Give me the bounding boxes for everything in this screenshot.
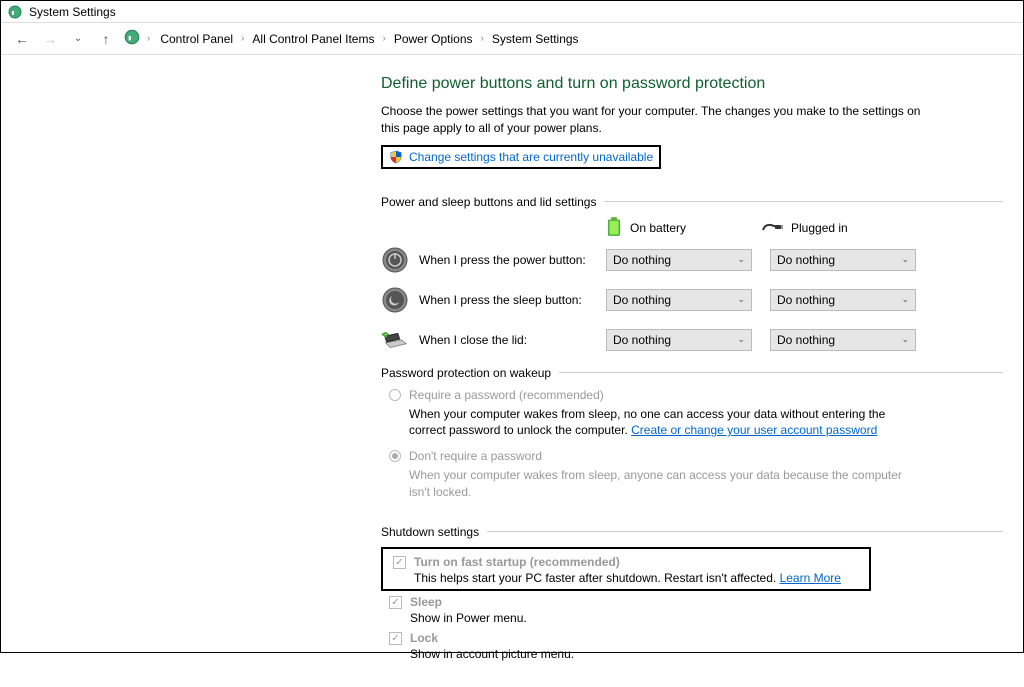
radio-require-password[interactable]: Require a password (recommended) — [389, 388, 1003, 402]
radio-icon — [389, 450, 401, 462]
power-plugged-dropdown[interactable]: Do nothing⌄ — [770, 249, 916, 271]
crumb-all-items[interactable]: All Control Panel Items — [252, 32, 374, 46]
lock-checkbox[interactable]: ✓ Lock — [389, 631, 1003, 645]
checkbox-icon: ✓ — [393, 556, 406, 569]
checkbox-icon: ✓ — [389, 596, 402, 609]
navbar: ← → ⌄ ↑ › Control Panel › All Control Pa… — [1, 23, 1023, 55]
chevron-down-icon: ⌄ — [901, 294, 909, 305]
page-title: Define power buttons and turn on passwor… — [381, 75, 1003, 93]
lid-battery-dropdown[interactable]: Do nothing⌄ — [606, 329, 752, 351]
change-settings-highlight: Change settings that are currently unava… — [381, 145, 661, 169]
up-button[interactable]: ↑ — [95, 28, 117, 50]
laptop-lid-icon — [381, 326, 409, 354]
sleep-battery-dropdown[interactable]: Do nothing⌄ — [606, 289, 752, 311]
create-password-link[interactable]: Create or change your user account passw… — [631, 423, 877, 437]
lid-plugged-dropdown[interactable]: Do nothing⌄ — [770, 329, 916, 351]
main-content: Define power buttons and turn on passwor… — [1, 55, 1023, 687]
chevron-down-icon: ⌄ — [737, 254, 745, 265]
page-description: Choose the power settings that you want … — [381, 103, 941, 137]
power-button-label: When I press the power button: — [419, 253, 606, 267]
section-buttons-lid: Power and sleep buttons and lid settings — [381, 195, 1003, 209]
change-settings-link[interactable]: Change settings that are currently unava… — [409, 150, 653, 164]
fast-startup-desc: This helps start your PC faster after sh… — [414, 571, 863, 585]
section-password: Password protection on wakeup — [381, 366, 1003, 380]
chevron-down-icon: ⌄ — [737, 334, 745, 345]
learn-more-link[interactable]: Learn More — [780, 571, 841, 585]
col-plugged-in: Plugged in — [761, 217, 916, 240]
chevron-right-icon: › — [382, 33, 385, 44]
chevron-right-icon: › — [481, 33, 484, 44]
recent-dropdown-icon[interactable]: ⌄ — [67, 28, 89, 50]
back-button[interactable]: ← — [11, 28, 33, 50]
power-button-icon — [381, 246, 409, 274]
dont-require-label: Don't require a password — [409, 449, 542, 463]
sleep-desc: Show in Power menu. — [410, 611, 1003, 625]
section-shutdown: Shutdown settings — [381, 525, 1003, 539]
checkbox-icon: ✓ — [389, 632, 402, 645]
power-options-icon — [7, 4, 23, 20]
crumb-system-settings[interactable]: System Settings — [492, 32, 579, 46]
col-plugged-label: Plugged in — [791, 221, 848, 235]
fast-startup-checkbox[interactable]: ✓ Turn on fast startup (recommended) — [393, 555, 863, 569]
col-on-battery: On battery — [606, 217, 761, 240]
power-battery-dropdown[interactable]: Do nothing⌄ — [606, 249, 752, 271]
chevron-down-icon: ⌄ — [737, 294, 745, 305]
crumb-power-options[interactable]: Power Options — [394, 32, 473, 46]
radio-dont-require[interactable]: Don't require a password — [389, 449, 1003, 463]
shield-icon — [389, 150, 403, 164]
chevron-right-icon: › — [147, 33, 150, 44]
row-power-button: When I press the power button: Do nothin… — [381, 246, 1003, 274]
fast-startup-highlight: ✓ Turn on fast startup (recommended) Thi… — [381, 547, 871, 591]
chevron-down-icon: ⌄ — [901, 254, 909, 265]
chevron-right-icon: › — [241, 33, 244, 44]
sleep-plugged-dropdown[interactable]: Do nothing⌄ — [770, 289, 916, 311]
plug-icon — [761, 220, 783, 237]
row-sleep-button: When I press the sleep button: Do nothin… — [381, 286, 1003, 314]
breadcrumb: Control Panel › All Control Panel Items … — [160, 32, 578, 46]
forward-button[interactable]: → — [39, 28, 61, 50]
battery-icon — [606, 217, 622, 240]
sleep-checkbox[interactable]: ✓ Sleep — [389, 595, 1003, 609]
sleep-button-icon — [381, 286, 409, 314]
chevron-down-icon: ⌄ — [901, 334, 909, 345]
lock-label: Lock — [410, 631, 438, 645]
radio-icon — [389, 389, 401, 401]
column-headers: On battery Plugged in — [606, 217, 1003, 240]
titlebar: System Settings — [1, 1, 1023, 23]
col-battery-label: On battery — [630, 221, 686, 235]
require-password-desc: When your computer wakes from sleep, no … — [409, 406, 919, 440]
lock-desc: Show in account picture menu. — [410, 647, 1003, 661]
crumb-control-panel[interactable]: Control Panel — [160, 32, 233, 46]
fast-startup-label: Turn on fast startup (recommended) — [414, 555, 620, 569]
dont-require-desc: When your computer wakes from sleep, any… — [409, 467, 919, 501]
power-options-small-icon — [123, 28, 141, 49]
close-lid-label: When I close the lid: — [419, 333, 606, 347]
window-title: System Settings — [29, 5, 116, 19]
row-close-lid: When I close the lid: Do nothing⌄ Do not… — [381, 326, 1003, 354]
require-password-label: Require a password (recommended) — [409, 388, 604, 402]
sleep-label: Sleep — [410, 595, 442, 609]
sleep-button-label: When I press the sleep button: — [419, 293, 606, 307]
